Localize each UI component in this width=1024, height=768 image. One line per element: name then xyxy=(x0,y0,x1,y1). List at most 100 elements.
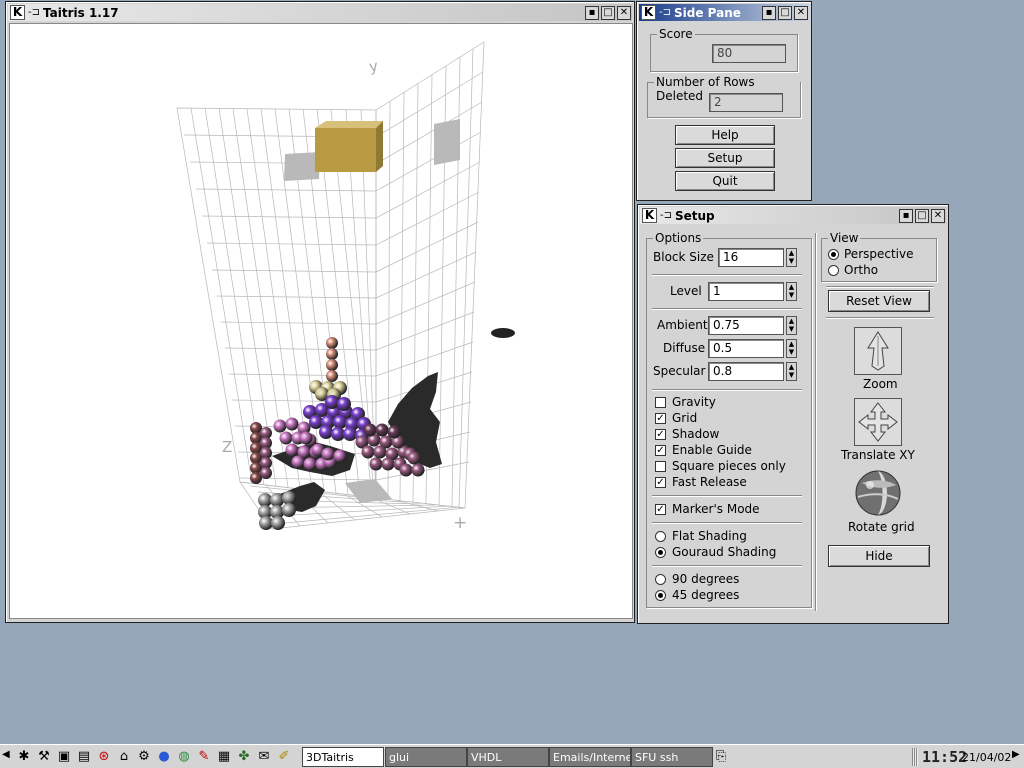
clipboard-icon[interactable]: ⎘ xyxy=(713,749,729,765)
reset-view-button[interactable]: Reset View xyxy=(828,290,930,312)
piece-ball xyxy=(299,431,313,445)
separator xyxy=(652,308,802,310)
separator xyxy=(652,522,802,524)
pin-icon[interactable]: -⊐ xyxy=(659,7,671,18)
hide-button[interactable]: Hide xyxy=(828,545,930,567)
diffuse-field[interactable]: 0.5 xyxy=(708,339,784,358)
pin-icon[interactable]: -⊐ xyxy=(28,7,40,18)
terminal-icon[interactable]: ▣ xyxy=(56,749,72,765)
window-title: Taitris 1.17 xyxy=(43,5,119,20)
minimize-button[interactable]: ▪ xyxy=(762,5,776,20)
level-field[interactable]: 1 xyxy=(708,282,784,301)
setup-titlebar[interactable]: K -⊐ Setup ▪ □ ✕ xyxy=(640,207,946,224)
piece-ball xyxy=(375,423,389,437)
help-icon[interactable]: ⊛ xyxy=(96,749,112,765)
rotate-grid-label: Rotate grid xyxy=(848,520,915,534)
piece-ball xyxy=(326,337,338,349)
view-label: View xyxy=(828,231,861,245)
tray-separator xyxy=(912,748,918,766)
setup-button[interactable]: Setup xyxy=(675,148,775,168)
piece-ball xyxy=(291,455,305,469)
close-button[interactable]: ✕ xyxy=(794,5,808,20)
piece-ball xyxy=(325,395,339,409)
piece-ball xyxy=(399,463,413,477)
task-emails-internet[interactable]: Emails/Internet xyxy=(549,747,631,767)
maximize-button[interactable]: □ xyxy=(601,5,615,20)
network-icon[interactable]: ✤ xyxy=(236,749,252,765)
flat-shading-radio[interactable] xyxy=(655,531,666,542)
markers-mode-checkbox[interactable]: ✓ xyxy=(655,504,666,515)
taskbar: ◀ ✱ ⚒ ▣ ▤ ⊛ ⌂ ⚙ ● ◍ ✎ ▦ ✤ ✉ ✐ 3DTaitris … xyxy=(0,744,1024,768)
ninety-degrees-radio[interactable] xyxy=(655,574,666,585)
grid-checkbox[interactable]: ✓ xyxy=(655,413,666,424)
square-pieces-checkbox[interactable] xyxy=(655,461,666,472)
gouraud-shading-label: Gouraud Shading xyxy=(672,545,777,559)
close-button[interactable]: ✕ xyxy=(931,208,945,223)
pin-icon[interactable]: -⊐ xyxy=(660,210,672,221)
k-menu-icon[interactable]: ✱ xyxy=(16,749,32,765)
markers-mode-label: Marker's Mode xyxy=(672,502,760,516)
block-size-field[interactable]: 16 xyxy=(718,248,784,267)
separator xyxy=(652,495,802,497)
maximize-button[interactable]: □ xyxy=(915,208,929,223)
help-button[interactable]: Help xyxy=(675,125,775,145)
enable-guide-checkbox[interactable]: ✓ xyxy=(655,445,666,456)
quit-button[interactable]: Quit xyxy=(675,171,775,191)
level-spinner[interactable]: ▲ ▼ xyxy=(786,282,797,301)
ambient-label: Ambient xyxy=(657,318,708,332)
globe-icon[interactable]: ◍ xyxy=(176,749,192,765)
task-vhdl[interactable]: VHDL xyxy=(467,747,549,767)
score-label: Score xyxy=(657,27,695,41)
gouraud-shading-radio[interactable] xyxy=(655,547,666,558)
forty-five-degrees-radio[interactable] xyxy=(655,590,666,601)
piece-ball xyxy=(337,397,351,411)
minimize-button[interactable]: ▪ xyxy=(899,208,913,223)
maximize-button[interactable]: □ xyxy=(778,5,792,20)
mail-icon[interactable]: ✉ xyxy=(256,749,272,765)
k-window-icon[interactable]: K xyxy=(642,208,657,223)
pencil-icon[interactable]: ✐ xyxy=(276,749,292,765)
specular-spinner[interactable]: ▲ ▼ xyxy=(786,362,797,381)
perspective-radio[interactable] xyxy=(828,249,839,260)
task-glui[interactable]: glui xyxy=(385,747,467,767)
clock[interactable]: 11:52 xyxy=(922,748,967,766)
k-window-icon[interactable]: K xyxy=(10,5,25,20)
chart-icon[interactable]: ▦ xyxy=(216,749,232,765)
translate-arrows-icon xyxy=(858,402,898,442)
ambient-field[interactable]: 0.75 xyxy=(708,316,784,335)
scroll-right-arrow[interactable]: ▶ xyxy=(1012,749,1020,760)
piece-ball xyxy=(369,457,383,471)
block-size-spinner[interactable]: ▲ ▼ xyxy=(786,248,797,267)
task-3dtaitris[interactable]: 3DTaitris xyxy=(302,747,384,767)
monitor-icon[interactable]: ▤ xyxy=(76,749,92,765)
piece-ball xyxy=(326,359,338,371)
rotate-grid-control[interactable] xyxy=(854,469,902,517)
perspective-label: Perspective xyxy=(844,247,914,261)
k-window-icon[interactable]: K xyxy=(641,5,656,20)
gravity-checkbox[interactable] xyxy=(655,397,666,408)
settings-icon[interactable]: ⚙ xyxy=(136,749,152,765)
piece-ball xyxy=(273,419,287,433)
game-canvas[interactable]: y Z + xyxy=(9,23,633,619)
minimize-button[interactable]: ▪ xyxy=(585,5,599,20)
fast-release-checkbox[interactable]: ✓ xyxy=(655,477,666,488)
taitris-titlebar[interactable]: K -⊐ Taitris 1.17 ▪ □ ✕ xyxy=(8,4,632,21)
side-pane-titlebar[interactable]: K -⊐ Side Pane ▪ □ ✕ xyxy=(639,4,809,21)
scroll-left-arrow[interactable]: ◀ xyxy=(2,749,10,760)
ortho-radio[interactable] xyxy=(828,265,839,276)
shadow-checkbox[interactable]: ✓ xyxy=(655,429,666,440)
home-icon[interactable]: ⌂ xyxy=(116,749,132,765)
specular-field[interactable]: 0.8 xyxy=(708,362,784,381)
piece-ball xyxy=(343,427,357,441)
close-button[interactable]: ✕ xyxy=(617,5,631,20)
translate-xy-control[interactable] xyxy=(854,398,902,446)
ambient-spinner[interactable]: ▲ ▼ xyxy=(786,316,797,335)
task-sfu-ssh[interactable]: SFU ssh xyxy=(631,747,713,767)
zoom-control[interactable] xyxy=(854,327,902,375)
score-field: 80 xyxy=(712,44,786,63)
editor-icon[interactable]: ✎ xyxy=(196,749,212,765)
grid-label: Grid xyxy=(672,411,698,425)
browser-icon[interactable]: ● xyxy=(156,749,172,765)
diffuse-spinner[interactable]: ▲ ▼ xyxy=(786,339,797,358)
tools-icon[interactable]: ⚒ xyxy=(36,749,52,765)
